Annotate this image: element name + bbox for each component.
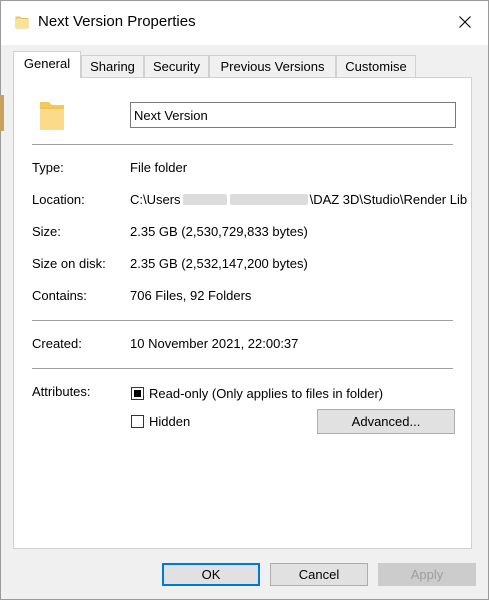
separator	[32, 368, 453, 369]
close-icon	[459, 15, 471, 31]
tab-label: Customise	[345, 59, 407, 74]
contains-value: 706 Files, 92 Folders	[130, 288, 252, 303]
location-label: Location:	[32, 192, 85, 207]
tab-label: Security	[153, 59, 200, 74]
dialog-body: General Sharing Security Previous Versio…	[1, 45, 488, 555]
folder-icon	[38, 98, 68, 134]
title-bar: Next Version Properties	[1, 1, 488, 45]
tab-label: Previous Versions	[220, 59, 325, 74]
dialog-footer: OK Cancel Apply	[1, 555, 488, 599]
tab-general[interactable]: General	[13, 51, 81, 78]
size-value: 2.35 GB (2,530,729,833 bytes)	[130, 224, 308, 239]
tab-security[interactable]: Security	[144, 55, 209, 77]
hidden-label: Hidden	[149, 414, 191, 429]
properties-window: Next Version Properties General Sharing …	[0, 0, 489, 600]
size-on-disk-value: 2.35 GB (2,532,147,200 bytes)	[130, 256, 308, 271]
location-value: C:\Users \DAZ 3D\Studio\Render Lib	[130, 192, 468, 207]
redacted-segment	[229, 194, 308, 205]
size-label: Size:	[32, 224, 61, 239]
readonly-checkbox[interactable]	[131, 387, 144, 400]
tab-customise[interactable]: Customise	[336, 55, 416, 77]
type-value: File folder	[130, 160, 188, 175]
hidden-checkbox[interactable]	[131, 415, 144, 428]
size-on-disk-label: Size on disk:	[32, 256, 106, 271]
folder-name-input[interactable]	[130, 102, 456, 128]
separator	[32, 320, 453, 321]
contains-label: Contains:	[32, 288, 87, 303]
background-desktop-edge	[0, 95, 4, 131]
location-prefix: C:\Users	[130, 192, 181, 207]
separator	[32, 144, 453, 145]
attributes-label: Attributes:	[32, 384, 91, 399]
tab-sharing[interactable]: Sharing	[81, 55, 144, 77]
checkbox-indeterminate-mark	[134, 390, 141, 397]
tab-previous-versions[interactable]: Previous Versions	[209, 55, 336, 77]
created-label: Created:	[32, 336, 82, 351]
created-value: 10 November 2021, 22:00:37	[130, 336, 299, 351]
location-suffix: DAZ 3D\Studio\Render Lib	[313, 192, 468, 207]
window-title: Next Version Properties	[38, 13, 196, 30]
general-panel: Type: File folder Location: C:\Users\DAZ…	[13, 77, 472, 549]
folder-icon	[15, 14, 29, 30]
tab-label: Sharing	[90, 59, 135, 74]
cancel-button[interactable]: Cancel	[270, 563, 368, 586]
type-label: Type:	[32, 160, 64, 175]
tab-label: General	[23, 56, 71, 71]
close-button[interactable]	[442, 1, 488, 45]
advanced-button[interactable]: Advanced...	[317, 409, 455, 434]
apply-button[interactable]: Apply	[378, 563, 476, 586]
readonly-label: Read-only (Only applies to files in fold…	[149, 386, 384, 401]
redacted-segment	[182, 194, 227, 205]
ok-button[interactable]: OK	[162, 563, 260, 586]
